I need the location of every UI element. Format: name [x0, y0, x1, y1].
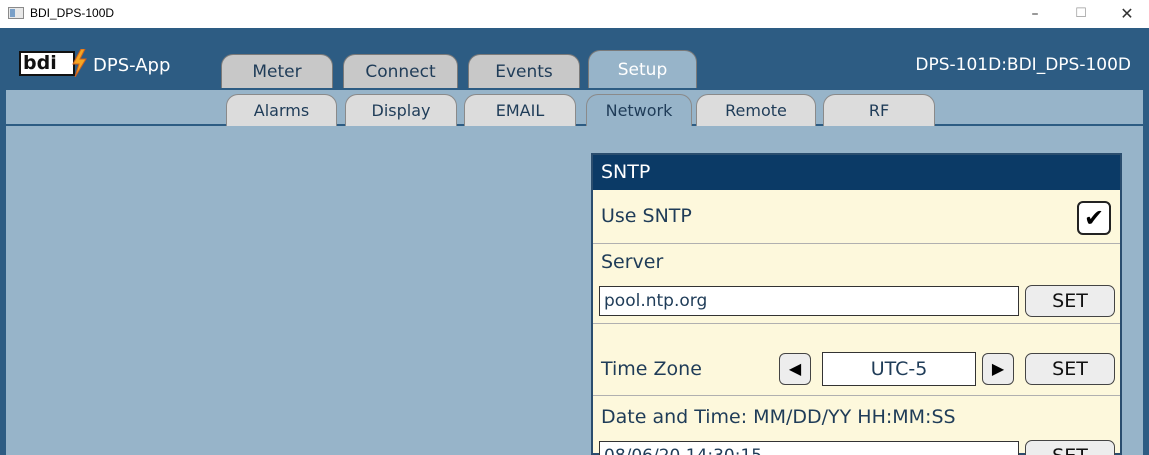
tab-setup[interactable]: Setup: [588, 50, 697, 88]
divider: [593, 243, 1120, 244]
sntp-panel-title: SNTP: [593, 155, 1120, 190]
window-title-bar: BDI_DPS-100D – ☐ ✕: [0, 0, 1149, 28]
timezone-decrease-button[interactable]: ◀: [779, 353, 811, 385]
app-name: DPS-App: [93, 55, 171, 76]
logo-text: bdi: [23, 52, 57, 74]
subtab-alarms[interactable]: Alarms: [226, 94, 337, 126]
timezone-label: Time Zone: [601, 358, 702, 380]
server-label: Server: [601, 251, 664, 273]
app-header: bdi DPS-App Meter Connect Events Setup D…: [6, 28, 1143, 126]
timezone-set-button[interactable]: SET: [1025, 353, 1115, 385]
subtab-email[interactable]: EMAIL: [464, 94, 576, 126]
subtab-display[interactable]: Display: [345, 94, 457, 126]
window-title: BDI_DPS-100D: [30, 6, 115, 20]
use-sntp-checkbox[interactable]: ✔: [1077, 201, 1111, 235]
close-button[interactable]: ✕: [1104, 0, 1149, 28]
tab-connect[interactable]: Connect: [343, 54, 458, 88]
maximize-button[interactable]: ☐: [1058, 0, 1104, 28]
server-input[interactable]: pool.ntp.org: [599, 286, 1019, 316]
subtab-rf[interactable]: RF: [823, 94, 935, 126]
timezone-increase-button[interactable]: ▶: [982, 353, 1014, 385]
server-set-button[interactable]: SET: [1025, 285, 1115, 317]
use-sntp-label: Use SNTP: [601, 205, 692, 227]
subtab-bar: Alarms Display EMAIL Network Remote RF: [6, 90, 1143, 126]
app-window-icon: [8, 7, 24, 19]
tab-events[interactable]: Events: [468, 54, 580, 88]
minimize-button[interactable]: –: [1012, 0, 1058, 28]
datetime-input[interactable]: 08/06/20 14:30:15: [599, 441, 1019, 455]
tab-meter[interactable]: Meter: [221, 54, 333, 88]
device-name: DPS-101D:BDI_DPS-100D: [915, 55, 1131, 75]
lightning-bolt-icon: [72, 49, 87, 77]
datetime-set-button[interactable]: SET: [1025, 440, 1115, 455]
bdi-logo: bdi: [19, 49, 87, 77]
sntp-panel: SNTP Use SNTP ✔ Server pool.ntp.org SET …: [591, 153, 1122, 455]
timezone-value: UTC-5: [822, 352, 976, 386]
divider: [593, 323, 1120, 324]
divider: [593, 395, 1120, 396]
app-frame: bdi DPS-App Meter Connect Events Setup D…: [0, 28, 1149, 455]
datetime-label: Date and Time: MM/DD/YY HH:MM:SS: [601, 406, 956, 428]
subtab-remote[interactable]: Remote: [696, 94, 816, 126]
subtab-network[interactable]: Network: [586, 94, 692, 126]
